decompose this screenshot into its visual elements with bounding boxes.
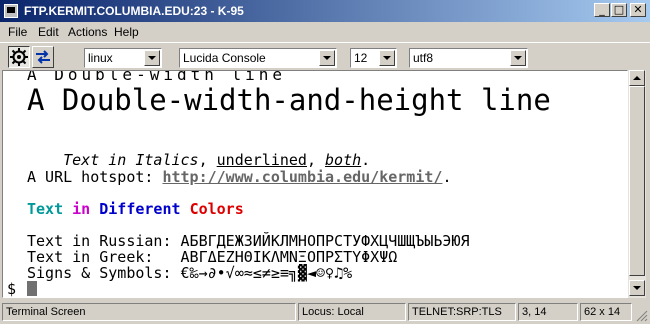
scroll-down-button[interactable] xyxy=(629,280,645,296)
period-text: . xyxy=(361,151,371,169)
minimize-button[interactable]: _ xyxy=(594,3,610,17)
charset-value: utf8 xyxy=(413,51,434,65)
chevron-down-icon[interactable] xyxy=(144,50,160,66)
menu-edit[interactable]: Edit xyxy=(38,25,59,39)
colors-line: Text in Different Colors xyxy=(27,201,244,217)
color-word-in: in xyxy=(72,200,91,218)
double-width-height-line: A Double-width-and-height line xyxy=(27,83,551,117)
menu-file[interactable]: File xyxy=(8,25,27,39)
url-suffix: . xyxy=(442,168,452,186)
shell-prompt: $ xyxy=(7,280,17,298)
terminal-screen[interactable]: A Double-width line A Double-width-and-h… xyxy=(2,70,628,298)
underlined-text: underlined xyxy=(216,151,307,169)
arrow-down-icon xyxy=(633,286,641,290)
double-width-line: A Double-width line xyxy=(27,70,287,84)
connect-button[interactable] xyxy=(8,46,30,68)
app-icon[interactable] xyxy=(4,4,18,18)
scroll-thumb[interactable] xyxy=(629,86,645,276)
separator-text: , xyxy=(198,151,217,169)
maximize-button[interactable]: □ xyxy=(611,3,627,17)
resize-grip-icon[interactable] xyxy=(634,308,648,322)
status-mode: Terminal Screen xyxy=(2,303,296,321)
font-size-value: 12 xyxy=(354,51,368,65)
transfer-button[interactable] xyxy=(32,46,54,68)
gear-icon xyxy=(10,48,28,66)
russian-line: Text in Russian: АБВГДЕЖЗИЙКЛМНОПРСТУФХЦ… xyxy=(27,232,470,250)
terminal-type-value: linux xyxy=(88,51,113,65)
charset-select[interactable]: utf8 xyxy=(409,48,528,68)
url-link[interactable]: http://www.columbia.edu/kermit/ xyxy=(162,168,442,186)
font-value: Lucida Console xyxy=(183,51,266,65)
terminal-type-select[interactable]: linux xyxy=(84,48,162,68)
menu-help[interactable]: Help xyxy=(114,25,139,39)
scroll-up-button[interactable] xyxy=(629,70,645,86)
vertical-scrollbar[interactable] xyxy=(628,70,646,298)
menu-actions[interactable]: Actions xyxy=(68,25,107,39)
separator-text: , xyxy=(306,151,326,169)
status-screen-size: 62 x 14 xyxy=(580,303,632,321)
url-prefix: A URL hotspot: xyxy=(27,168,163,186)
color-word-different: Different xyxy=(99,200,181,218)
color-word-text: Text xyxy=(27,200,64,218)
chevron-down-icon[interactable] xyxy=(319,50,335,66)
font-select[interactable]: Lucida Console xyxy=(179,48,337,68)
font-size-select[interactable]: 12 xyxy=(350,48,397,68)
url-line: A URL hotspot: http://www.columbia.edu/k… xyxy=(27,169,451,185)
status-cursor-pos: 3, 14 xyxy=(518,303,578,321)
swap-arrows-icon xyxy=(36,50,50,64)
chevron-down-icon[interactable] xyxy=(510,50,526,66)
terminal-cursor xyxy=(27,281,37,296)
greek-line: Text in Greek: ΑΒΓΔΕΖΗΘΙΚΛΜΝΞΟΠΡΣΤΥΦΧΨΩ xyxy=(27,248,398,266)
italic-underlined-text: both xyxy=(325,151,362,169)
title-bar[interactable]: FTP.KERMIT.COLUMBIA.EDU:23 - K-95 _ □ ✕ xyxy=(0,0,650,22)
arrow-up-icon xyxy=(633,76,641,80)
status-bar: Terminal Screen Locus: Local TELNET:SRP:… xyxy=(0,300,650,324)
menu-bar: File Edit Actions Help xyxy=(0,22,650,42)
window-title: FTP.KERMIT.COLUMBIA.EDU:23 - K-95 xyxy=(24,4,244,18)
color-word-colors: Colors xyxy=(189,200,244,218)
italic-text: Text in Italics xyxy=(63,151,199,169)
toolbar: linux Lucida Console 12 utf8 xyxy=(0,42,650,70)
symbols-line: Signs & Symbols: €‰→∂•√∞≈≤≠≥≡╗▓◄☺♀♫% xyxy=(27,264,353,282)
close-button[interactable]: ✕ xyxy=(630,3,646,17)
status-locus: Locus: Local xyxy=(298,303,406,321)
chevron-down-icon[interactable] xyxy=(379,50,395,66)
status-connection: TELNET:SRP:TLS xyxy=(408,303,516,321)
